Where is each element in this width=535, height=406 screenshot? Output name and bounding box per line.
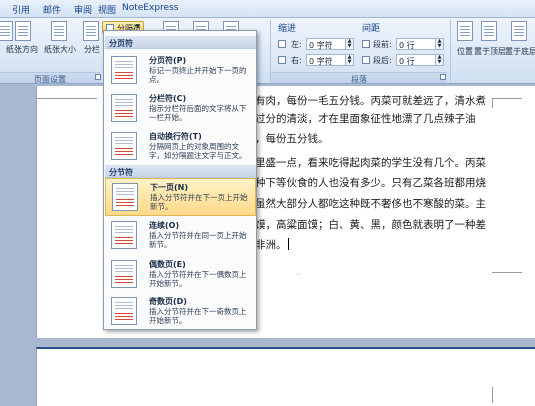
spacing-after-label: 段后: xyxy=(373,56,392,65)
indent-right-label: 右: xyxy=(291,56,302,65)
menu-item-title: 奇数页(D) xyxy=(149,297,187,306)
text-cursor xyxy=(288,238,289,250)
column-break-icon xyxy=(111,94,137,122)
document-text-line: 虽然大部分人都吃这种既不奢侈也不寒酸的菜。主 xyxy=(255,198,486,210)
spacing-title: 间距 xyxy=(362,24,381,34)
columns-label: 分栏 xyxy=(84,45,100,54)
breaks-dropdown-menu: 分页符 分页符(P) 标记一页终止并开始下一页的点。 分栏符(C) 指示分栏符后… xyxy=(103,30,257,330)
document-text-line: 有肉，每份一毛五分钱。丙菜可就差远了，清水煮 xyxy=(255,95,486,107)
indent-right-icon xyxy=(278,56,286,64)
indent-right-spinner[interactable]: ▲ ▼ xyxy=(346,54,354,66)
tab-noteexpress[interactable]: NoteExpress xyxy=(122,3,178,13)
margin-mark xyxy=(37,98,97,99)
spacing-after-icon xyxy=(362,56,370,64)
document-text-line: 里盛一点，看来吃得起肉菜的学生没有几个。丙菜 xyxy=(255,157,486,169)
page-breaks-header: 分页符 xyxy=(105,36,256,49)
document-text-line: 过分的清淡，才在里面象征性地漂了几点辣子油 xyxy=(255,113,476,125)
spacing-before-row: 段前: 0 行 ▲ ▼ xyxy=(362,38,446,50)
menu-item-description: 插入分节符并在同一页上开始新节。 xyxy=(149,231,247,249)
dialog-launcher-icon[interactable] xyxy=(440,74,446,80)
section-break-marker: ·· xyxy=(296,270,302,279)
indent-left-label: 左: xyxy=(291,40,302,49)
margin-mark xyxy=(492,98,522,99)
dialog-launcher-icon[interactable] xyxy=(95,74,101,80)
menu-item-title: 连续(O) xyxy=(149,221,180,230)
position-button[interactable] xyxy=(454,20,476,48)
indent-left-spinner[interactable]: ▲ ▼ xyxy=(346,38,354,50)
divider xyxy=(450,20,451,82)
size-icon xyxy=(51,21,67,41)
menu-item-title: 下一页(N) xyxy=(150,183,189,192)
spacing-before-label: 段前: xyxy=(373,40,392,49)
indent-left-icon xyxy=(278,40,286,48)
document-text-line: ，每份五分钱。 xyxy=(255,133,329,145)
group-label-page-setup: 页面设置 xyxy=(0,72,100,84)
menu-item-title: 分栏符(C) xyxy=(149,94,187,103)
menu-item-description: 插入分节符并在下一奇数页上开始新节。 xyxy=(149,307,247,325)
menu-item-title: 自动换行符(T) xyxy=(149,132,202,141)
indent-right-input[interactable]: 0 字符 xyxy=(306,54,346,66)
spacing-before-icon xyxy=(362,40,370,48)
menu-item-column-break[interactable]: 分栏符(C) 指示分栏符后面的文字将从下一栏开始。 xyxy=(105,90,256,128)
menu-item-continuous[interactable]: 连续(O) 插入分节符并在同一页上开始新节。 xyxy=(105,217,256,255)
indent-right-row: 右: 0 字符 ▲ ▼ xyxy=(278,54,358,66)
bring-front-button[interactable] xyxy=(478,20,500,48)
indent-left-row: 左: 0 字符 ▲ ▼ xyxy=(278,38,358,50)
page-break-icon xyxy=(111,56,137,84)
tab-mailings[interactable]: 邮件 xyxy=(43,3,61,16)
tab-references[interactable]: 引用 xyxy=(12,3,30,16)
ribbon: 纸张方向 纸张大小 分栏 分隔符 ▼ 页面设置 缩进 左: 0 字符 ▲ ▼ 右:… xyxy=(0,18,535,84)
size-label: 纸张大小 xyxy=(44,45,76,54)
position-label: 位置 xyxy=(457,47,473,56)
document-page-2[interactable] xyxy=(36,347,535,406)
orientation-label: 纸张方向 xyxy=(6,45,38,54)
document-text-line: 种下等伙食的人也没有多少。只有乙菜各班都用烧 xyxy=(255,177,486,189)
menu-item-description: 分隔网页上的对象周围的文字，如分隔题注文字与正文。 xyxy=(149,142,247,160)
send-back-label: 置于底层 xyxy=(505,47,535,56)
tab-page-layout-partial[interactable] xyxy=(0,3,3,13)
document-text-line: 馍，高粱面馍；白、黄、黑，颜色就表明了一种差 xyxy=(255,219,486,231)
chevron-down-icon: ▼ xyxy=(135,23,140,30)
position-icon xyxy=(457,21,473,41)
menu-item-title: 偶数页(E) xyxy=(149,260,186,269)
indent-left-input[interactable]: 0 字符 xyxy=(306,38,346,50)
tab-review[interactable]: 审阅 xyxy=(74,3,92,16)
group-label-paragraph: 段落 xyxy=(271,72,447,84)
margin-mark xyxy=(492,98,493,108)
menu-item-even-page[interactable]: 偶数页(E) 插入分节符并在下一偶数页上开始新节。 xyxy=(105,256,256,294)
spacing-before-spinner[interactable]: ▲ ▼ xyxy=(436,38,444,50)
indent-title: 缩进 xyxy=(278,24,297,34)
spacing-after-input[interactable]: 0 行 xyxy=(396,54,436,66)
send-back-icon xyxy=(511,21,527,41)
tab-view[interactable]: 视图 xyxy=(98,3,116,16)
menu-item-description: 指示分栏符后面的文字将从下一栏开始。 xyxy=(149,104,247,122)
menu-item-description: 标记一页终止并开始下一页的点。 xyxy=(149,66,247,84)
section-breaks-header: 分节符 xyxy=(105,165,256,178)
menu-item-description: 插入分节符并在下一页上开始新节。 xyxy=(150,193,248,211)
menu-item-description: 插入分节符并在下一偶数页上开始新节。 xyxy=(149,270,247,288)
bring-front-label: 置于顶层 xyxy=(474,47,506,56)
menu-item-page-break[interactable]: 分页符(P) 标记一页终止并开始下一页的点。 xyxy=(105,52,256,90)
menu-item-text-wrapping-break[interactable]: 自动换行符(T) 分隔网页上的对象周围的文字，如分隔题注文字与正文。 xyxy=(105,128,256,165)
even-page-icon xyxy=(111,260,137,288)
orientation-icon xyxy=(15,21,31,41)
ribbon-tab-strip: 引用 邮件 审阅 视图 NoteExpress xyxy=(0,0,535,18)
spacing-after-row: 段后: 0 行 ▲ ▼ xyxy=(362,54,446,66)
menu-item-title: 分页符(P) xyxy=(149,56,187,65)
odd-page-icon xyxy=(111,297,137,325)
spacing-after-spinner[interactable]: ▲ ▼ xyxy=(436,54,444,66)
margin-mark xyxy=(492,387,493,403)
menu-item-odd-page[interactable]: 奇数页(D) 插入分节符并在下一奇数页上开始新节。 xyxy=(105,293,256,329)
document-text-line: 非洲。 xyxy=(255,239,287,251)
margin-mark xyxy=(492,272,522,273)
text-wrapping-break-icon xyxy=(111,132,137,160)
columns-icon xyxy=(83,21,99,41)
send-back-button[interactable] xyxy=(508,20,530,48)
next-page-icon xyxy=(112,183,138,211)
bring-front-icon xyxy=(481,21,497,41)
spacing-before-input[interactable]: 0 行 xyxy=(396,38,436,50)
menu-item-next-page[interactable]: 下一页(N) 插入分节符并在下一页上开始新节。 xyxy=(105,178,256,216)
continuous-icon xyxy=(111,221,137,249)
